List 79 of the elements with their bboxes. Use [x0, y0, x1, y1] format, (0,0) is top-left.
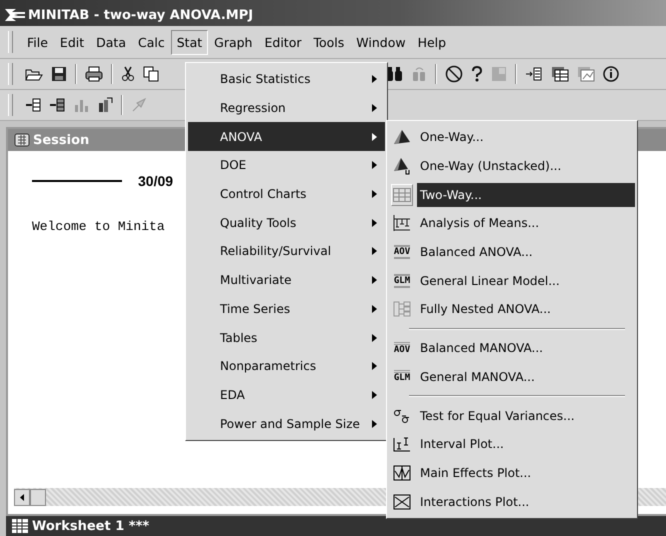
worksheet-icon: [12, 519, 28, 533]
submenu-arrow-icon: [372, 247, 377, 256]
submenu-arrow-icon: [372, 104, 377, 112]
menu-item[interactable]: Control Charts: [188, 180, 385, 208]
submenu-arrow-icon: [372, 132, 377, 141]
menu-item[interactable]: Quality Tools: [188, 208, 385, 238]
info-icon[interactable]: [603, 66, 619, 82]
menu-item[interactable]: DOE: [188, 151, 385, 180]
submenu-arrow-icon: [372, 75, 377, 84]
cut-icon[interactable]: [121, 66, 135, 82]
menu-item[interactable]: Power and Sample Size: [188, 409, 385, 438]
submenu-arrow-icon: [372, 276, 377, 284]
menu-item[interactable]: Tables: [188, 323, 385, 352]
session-icon[interactable]: [525, 66, 543, 82]
submenu-arrow-icon: [372, 362, 377, 370]
table-icon: [393, 188, 411, 202]
welcome-text: Welcome to Minita: [32, 219, 165, 234]
menu-item[interactable]: Stat: [170, 30, 208, 54]
help-icon[interactable]: [471, 66, 483, 82]
menu-item[interactable]: Multivariate: [188, 266, 385, 294]
submenu-arrow-icon: [372, 390, 377, 399]
session-heading: 30/09: [138, 173, 174, 189]
save-icon[interactable]: [51, 66, 67, 82]
menu-item[interactable]: Fully Nested ANOVA...: [389, 295, 635, 324]
submenu-arrow-icon: [372, 190, 377, 198]
menu-item[interactable]: AOV Balanced MANOVA...: [389, 334, 635, 362]
menu-item[interactable]: Calc: [132, 30, 171, 54]
menu-item[interactable]: Regression: [188, 94, 385, 122]
scrollbar-thumb[interactable]: [30, 488, 46, 506]
menu-item[interactable]: Interval Plot...: [389, 430, 635, 459]
copy-icon[interactable]: [143, 66, 159, 82]
menu-item[interactable]: Tools: [307, 30, 350, 54]
menu-item[interactable]: Data: [90, 30, 132, 54]
submenu-arrow-icon: [372, 304, 377, 313]
menu-item[interactable]: Help: [412, 30, 452, 54]
submenu-arrow-icon: [372, 334, 377, 342]
bar-chart-icon[interactable]: [97, 97, 113, 113]
menu-item[interactable]: Edit: [54, 30, 90, 54]
submenu-arrow-icon: [372, 218, 377, 227]
menu-item[interactable]: One-Way...: [389, 123, 635, 152]
menu-item[interactable]: Graph: [208, 30, 258, 54]
submenu-arrow-icon: [372, 420, 377, 428]
window-title: MINITAB - two-way ANOVA.MPJ: [28, 8, 254, 22]
session-title: Session: [33, 132, 90, 148]
scroll-left-icon[interactable]: [14, 488, 30, 506]
insert-rows-icon[interactable]: [25, 97, 41, 113]
triangle-icon: [393, 157, 411, 176]
means-chart-icon: [393, 215, 411, 232]
tree-icon: [393, 301, 411, 318]
menu-item[interactable]: Basic Statistics: [188, 65, 385, 94]
menu-item[interactable]: Main Effects Plot...: [389, 458, 635, 488]
cancel-icon[interactable]: [445, 65, 463, 83]
menu-item[interactable]: EDA: [188, 380, 385, 410]
worksheet-icon[interactable]: [551, 66, 569, 82]
menu-item[interactable]: Editor: [258, 30, 308, 54]
menu-item[interactable]: Time Series: [188, 294, 385, 324]
menu-item[interactable]: Window: [350, 30, 412, 54]
menu-item[interactable]: Analysis of Means...: [389, 209, 635, 238]
triangle-icon: [393, 129, 411, 146]
graph-window-icon[interactable]: [577, 66, 595, 82]
menu-item[interactable]: Interactions Plot...: [389, 487, 635, 516]
line-plot-icon: [393, 464, 411, 481]
menu-item[interactable]: GLM General MANOVA...: [389, 362, 635, 392]
menu-item[interactable]: Reliability/Survival: [188, 237, 385, 266]
menu-item[interactable]: One-Way (Unstacked)...: [389, 152, 635, 180]
worksheet-title: Worksheet 1 ***: [32, 518, 150, 534]
printer-icon[interactable]: [85, 66, 103, 82]
interval-plot-icon: [393, 436, 411, 452]
app-logo-icon: [4, 7, 26, 23]
menu-item[interactable]: Test for Equal Variances...: [389, 401, 635, 430]
menu-item[interactable]: AOV Balanced ANOVA...: [389, 238, 635, 266]
menu-item[interactable]: File: [21, 30, 54, 54]
menu-item[interactable]: ANOVA: [188, 122, 385, 152]
crossing-lines-icon: [393, 494, 411, 510]
submenu-arrow-icon: [372, 161, 377, 170]
session-icon: [14, 133, 30, 147]
menu-item[interactable]: GLM General Linear Model...: [389, 266, 635, 296]
menu-item[interactable]: Nonparametrics: [188, 352, 385, 381]
insert-columns-icon[interactable]: [49, 97, 65, 113]
